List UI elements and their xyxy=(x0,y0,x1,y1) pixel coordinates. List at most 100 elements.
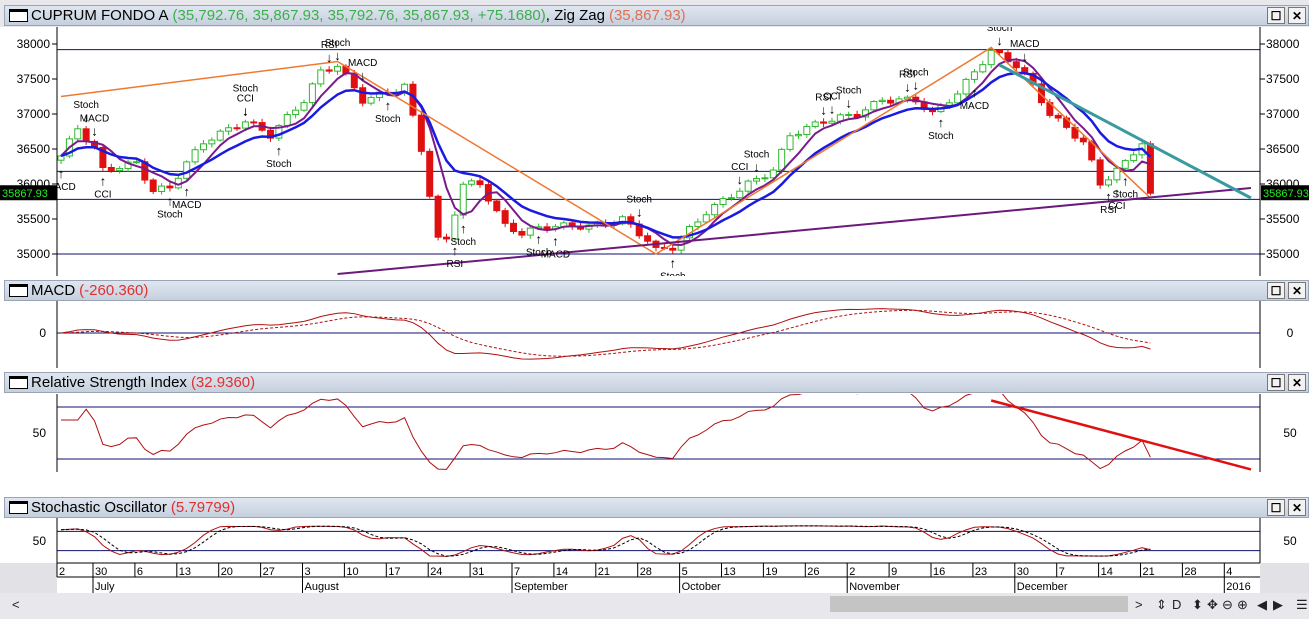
candle-down xyxy=(1146,143,1154,194)
candle-up xyxy=(811,121,819,127)
candle-up xyxy=(1130,154,1138,162)
candle-up xyxy=(878,99,886,103)
close-button[interactable]: ✕ xyxy=(1288,499,1306,516)
scroll-right-button[interactable]: > xyxy=(1135,597,1143,612)
y-tick-label-left: 35500 xyxy=(17,212,51,226)
maximize-button[interactable]: ☐ xyxy=(1267,282,1285,299)
candle-down xyxy=(107,166,115,171)
candle-up xyxy=(300,102,308,111)
buy-arrow-icon: ↑ xyxy=(100,173,107,188)
candle-down xyxy=(1054,114,1062,119)
pan-right-icon[interactable]: ▶ xyxy=(1273,597,1283,613)
buy-arrow-icon: ↑ xyxy=(183,184,190,199)
candle-up xyxy=(778,148,786,171)
candle-up xyxy=(216,130,224,141)
x-tick-label: 7 xyxy=(514,566,520,578)
buy-arrow-icon: ↑ xyxy=(535,232,542,247)
horizontal-scrollbar-thumb[interactable] xyxy=(830,596,1128,612)
candle-down xyxy=(442,236,450,240)
candle-down xyxy=(82,128,90,142)
signal-label: MACD xyxy=(960,101,989,112)
candle-down xyxy=(996,49,1004,54)
zoom-out-icon[interactable]: ⊖ xyxy=(1222,597,1233,613)
candle-down xyxy=(149,179,157,192)
x-tick-label: 19 xyxy=(765,566,777,578)
sell-arrow-icon: ↓ xyxy=(913,78,920,93)
zigzag-value: (35,867.93) xyxy=(608,7,686,24)
signal-label: Stoch xyxy=(375,114,401,125)
candle-down xyxy=(233,127,241,130)
y-tick-label-right: 36500 xyxy=(1266,142,1300,156)
candle-down xyxy=(359,87,367,104)
candle-up xyxy=(828,120,836,124)
signal-label: Stoch xyxy=(450,237,476,248)
x-tick-label: 7 xyxy=(1059,566,1065,578)
x-tick-label: 13 xyxy=(179,566,191,578)
buy-arrow-icon: ↑ xyxy=(276,143,283,158)
close-button[interactable]: ✕ xyxy=(1288,282,1306,299)
x-tick-label: 4 xyxy=(1226,566,1232,578)
candle-down xyxy=(417,114,425,152)
sell-arrow-icon: ↓ xyxy=(904,79,911,94)
candle-up xyxy=(962,78,970,95)
candle-up xyxy=(753,177,761,182)
candle-down xyxy=(887,99,895,104)
candle-down xyxy=(669,247,677,251)
sell-arrow-icon: ↓ xyxy=(829,102,836,117)
chart-canvas: Stoch↓MACD↓↑MACD ↑CCI ↑Stoch↑MACDCCI↓Stoch… xyxy=(0,27,1309,593)
candle-down xyxy=(543,226,551,230)
x-tick-label: 31 xyxy=(472,566,484,578)
menu-icon[interactable]: ☰ xyxy=(1296,597,1308,613)
signal-label: CCI xyxy=(1108,201,1125,212)
maximize-button[interactable]: ☐ xyxy=(1267,374,1285,391)
sell-arrow-icon: ↓ xyxy=(242,104,249,119)
candle-up xyxy=(711,203,719,216)
x-tick-label: 6 xyxy=(137,566,143,578)
resize-vertical-icon[interactable]: ⬍ xyxy=(1192,597,1203,613)
draw-mode-icon[interactable]: D xyxy=(1172,597,1181,612)
zoom-in-icon[interactable]: ⊕ xyxy=(1237,597,1248,613)
y-tick-label-left: 38000 xyxy=(17,37,51,51)
candle-up xyxy=(719,198,727,205)
rsi-panel-header: Relative Strength Index (32.9360) ☐ ✕ xyxy=(4,372,1309,393)
buy-arrow-icon: ↑ xyxy=(669,256,676,271)
candle-down xyxy=(426,150,434,197)
candle-down xyxy=(510,222,518,233)
sell-arrow-icon: ↓ xyxy=(996,33,1003,48)
x-tick-label: 2 xyxy=(59,566,65,578)
crosshair-icon[interactable]: ✥ xyxy=(1207,597,1218,613)
last-price-label: 35867.93 xyxy=(1263,188,1309,200)
candle-up xyxy=(74,128,82,140)
close-button[interactable]: ✕ xyxy=(1288,7,1306,24)
month-label: October xyxy=(682,581,721,593)
scroll-left-button[interactable]: < xyxy=(12,597,20,612)
candle-down xyxy=(644,235,652,242)
month-label: August xyxy=(305,581,339,593)
buy-arrow-icon: ↑ xyxy=(58,166,65,181)
x-tick-label: 21 xyxy=(1143,566,1155,578)
candle-up xyxy=(225,127,233,132)
candle-up xyxy=(1113,167,1121,181)
sell-arrow-icon: ↓ xyxy=(820,102,827,117)
candle-up xyxy=(367,96,375,104)
candle-up xyxy=(786,135,794,150)
x-tick-label: 2 xyxy=(849,566,855,578)
candle-up xyxy=(870,101,878,111)
close-button[interactable]: ✕ xyxy=(1288,374,1306,391)
y-tick-label-left: 36500 xyxy=(17,142,51,156)
maximize-button[interactable]: ☐ xyxy=(1267,499,1285,516)
signal-label: CCI xyxy=(94,189,111,200)
price-panel-header: CUPRUM FONDO A (35,792.76, 35,867.93, 35… xyxy=(4,5,1309,26)
sell-arrow-icon: ↓ xyxy=(737,172,744,187)
candle-up xyxy=(987,49,995,66)
candle-up xyxy=(451,214,459,240)
maximize-button[interactable]: ☐ xyxy=(1267,7,1285,24)
signal-label: RSI xyxy=(447,259,464,270)
rsi-value: (32.9360) xyxy=(190,374,256,391)
vertical-scale-icon[interactable]: ⇕ xyxy=(1156,597,1167,613)
candle-down xyxy=(518,231,526,236)
pan-left-icon[interactable]: ◀ xyxy=(1257,597,1267,613)
buy-arrow-icon: ↑ xyxy=(552,234,559,249)
window-icon xyxy=(9,501,28,514)
instrument-title: CUPRUM FONDO A xyxy=(31,7,169,24)
